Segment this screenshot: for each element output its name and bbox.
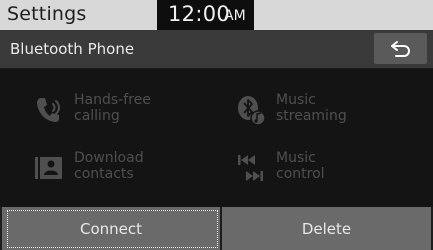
back-button[interactable]	[374, 33, 427, 64]
back-arrow-icon	[390, 40, 410, 57]
handsfree-phone-icon	[30, 90, 68, 130]
status-title: Settings	[7, 3, 87, 25]
focus-outline	[7, 210, 218, 248]
feature-grid: Hands-free calling Music streaming Downl…	[0, 70, 433, 196]
bluetooth-music-icon	[232, 90, 270, 130]
clock: 12:00 AM	[157, 0, 254, 30]
status-bar: Settings 12:00 AM	[0, 0, 433, 30]
page-title: Bluetooth Phone	[10, 40, 135, 58]
action-bar: Connect Delete	[0, 207, 433, 250]
clock-time: 12:00	[168, 2, 231, 26]
feature-label: Music streaming	[276, 92, 347, 124]
feature-label: Download contacts	[74, 150, 144, 182]
feature-download-contacts: Download contacts	[30, 148, 230, 198]
delete-label: Delete	[301, 219, 352, 238]
feature-handsfree-calling: Hands-free calling	[30, 90, 230, 140]
delete-button[interactable]: Delete	[222, 207, 431, 250]
contacts-download-icon	[30, 148, 68, 188]
clock-ampm: AM	[224, 8, 246, 24]
page-header: Bluetooth Phone	[0, 30, 433, 69]
bluetooth-phone-screen: Settings 12:00 AM Bluetooth Phone Hands-…	[0, 0, 433, 250]
feature-music-control: Music control	[232, 148, 432, 198]
connect-button[interactable]: Connect	[2, 207, 220, 250]
feature-music-streaming: Music streaming	[232, 90, 432, 140]
feature-label: Music control	[276, 150, 325, 182]
feature-label: Hands-free calling	[74, 92, 151, 124]
music-control-icon	[232, 148, 270, 188]
